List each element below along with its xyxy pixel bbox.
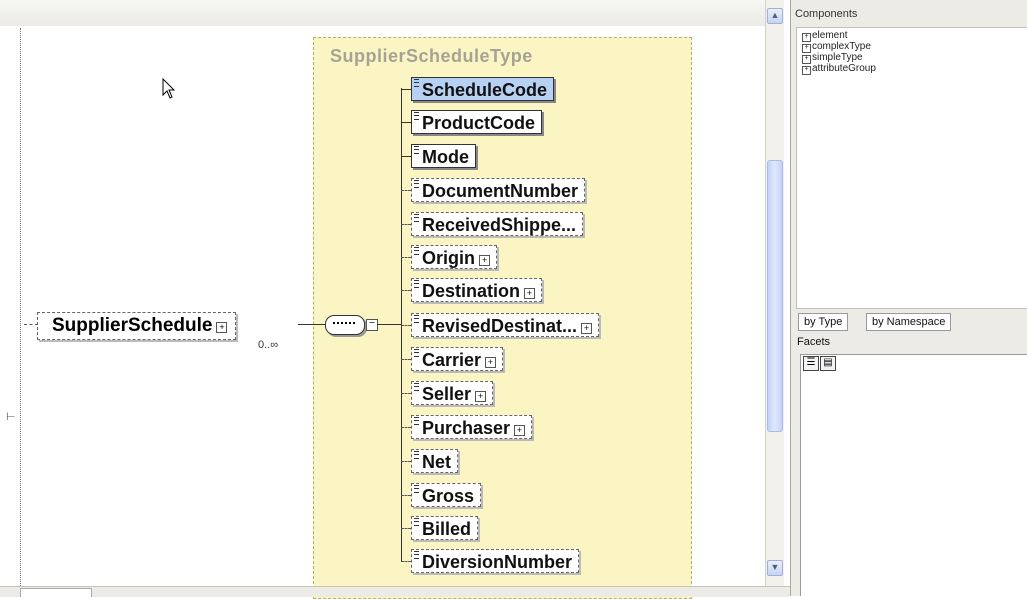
tree-item-label: complexType [812,41,871,52]
sequence-connector-line [377,324,401,325]
element-diversionnumber[interactable]: DiversionNumber [411,549,580,573]
element-type-icon [414,180,419,188]
scroll-up-icon[interactable]: ▲ [767,8,783,24]
element-type-icon [414,349,419,357]
element-connector-line [401,156,411,157]
tab-by-type[interactable]: by Type [798,313,849,331]
element-type-icon [414,383,419,391]
expand-icon[interactable]: + [524,288,536,299]
expand-icon[interactable]: + [475,391,487,402]
element-label: Mode [422,147,469,167]
facets-view-icon[interactable]: ☰ [803,356,819,371]
element-purchaser[interactable]: Purchaser + [411,415,533,439]
facets-grid-icon[interactable]: ▤ [820,356,836,371]
facets-panel [800,371,1027,596]
element-connector-line [401,427,411,428]
element-connector-line [401,224,411,225]
element-type-icon [414,551,419,559]
element-label: RevisedDestinat... [422,316,578,336]
mouse-pointer-icon [162,78,176,99]
element-origin[interactable]: Origin + [411,245,497,269]
element-label: ProductCode [422,113,536,133]
element-type-icon [414,79,419,87]
element-connector-line [401,495,411,496]
element-mode[interactable]: Mode [411,144,476,168]
element-connector-line [401,257,411,258]
collapse-icon[interactable]: − [366,319,378,331]
element-connector-line [401,89,411,90]
element-label: ScheduleCode [422,80,548,100]
element-receivedshippe[interactable]: ReceivedShippe... [411,212,584,236]
left-connector-tick: ⊢ [6,411,16,423]
element-type-icon [414,518,419,526]
element-connector-line [401,393,411,394]
element-carrier[interactable]: Carrier + [411,347,504,371]
root-connector-line [298,324,326,325]
element-connector-line [401,461,411,462]
expand-icon[interactable]: + [479,255,490,266]
element-label: DocumentNumber [422,181,579,201]
element-documentnumber[interactable]: DocumentNumber [411,178,586,202]
element-type-icon [414,112,419,120]
root-left-connector [24,324,38,325]
element-schedulecode[interactable]: ScheduleCode [411,77,555,101]
element-label: Gross [422,486,475,506]
tree-item-label: element [812,30,848,41]
element-type-icon [414,315,419,323]
tab-by-namespace[interactable]: by Namespace [866,313,952,331]
element-seller[interactable]: Seller + [411,381,494,405]
element-connector-line [401,325,411,326]
root-element-label: SupplierSchedule [52,315,213,336]
element-productcode[interactable]: ProductCode [411,110,543,134]
element-type-icon [414,451,419,459]
tree-item-attributegroup[interactable]: + attributeGroup [802,63,876,75]
element-gross[interactable]: Gross [411,483,482,507]
element-label: Destination [422,281,521,301]
element-connector-line [401,290,411,291]
expand-icon[interactable]: + [581,323,593,334]
scrollbar-thumb[interactable] [767,160,783,432]
complex-type-title: SupplierScheduleType [330,46,533,66]
element-type-icon [414,146,419,154]
element-connector-line [401,561,411,562]
bottom-tab-bar [0,586,790,597]
element-label: Net [422,452,452,472]
element-label: Billed [422,519,472,539]
expand-icon[interactable]: + [802,66,811,75]
element-label: Purchaser [422,418,511,438]
scroll-down-icon[interactable]: ▼ [767,560,783,576]
element-label: DiversionNumber [422,552,573,572]
element-label: Carrier [422,350,482,370]
element-net[interactable]: Net [411,449,459,473]
element-label: ReceivedShippe... [422,215,577,235]
element-type-icon [414,417,419,425]
element-connector-line [401,190,411,191]
element-destination[interactable]: Destination + [411,278,543,302]
element-connector-line [401,359,411,360]
element-label: Origin [422,248,475,268]
element-type-icon [414,280,419,288]
element-connector-line [401,122,411,123]
tree-item-label: attributeGroup [812,63,876,74]
element-billed[interactable]: Billed [411,516,479,540]
components-title: Components [795,8,858,20]
element-connector-line [401,528,411,529]
element-type-icon [414,247,419,255]
element-type-icon [414,485,419,493]
expand-icon[interactable]: + [216,322,228,333]
left-guide-line [20,28,21,588]
root-element-supplierschedule[interactable]: SupplierSchedule + [37,312,237,340]
diagram-header-bar [0,0,765,27]
expand-icon[interactable]: + [485,357,497,368]
facets-title: Facets [797,336,831,348]
expand-icon[interactable]: + [514,425,526,436]
root-occurrence: 0..∞ [258,339,279,351]
element-type-icon [414,214,419,222]
element-label: Seller [422,384,472,404]
sequence-dots-icon [333,322,355,328]
tree-item-label: simpleType [812,52,863,63]
element-reviseddestinat[interactable]: RevisedDestinat... + [411,313,600,337]
